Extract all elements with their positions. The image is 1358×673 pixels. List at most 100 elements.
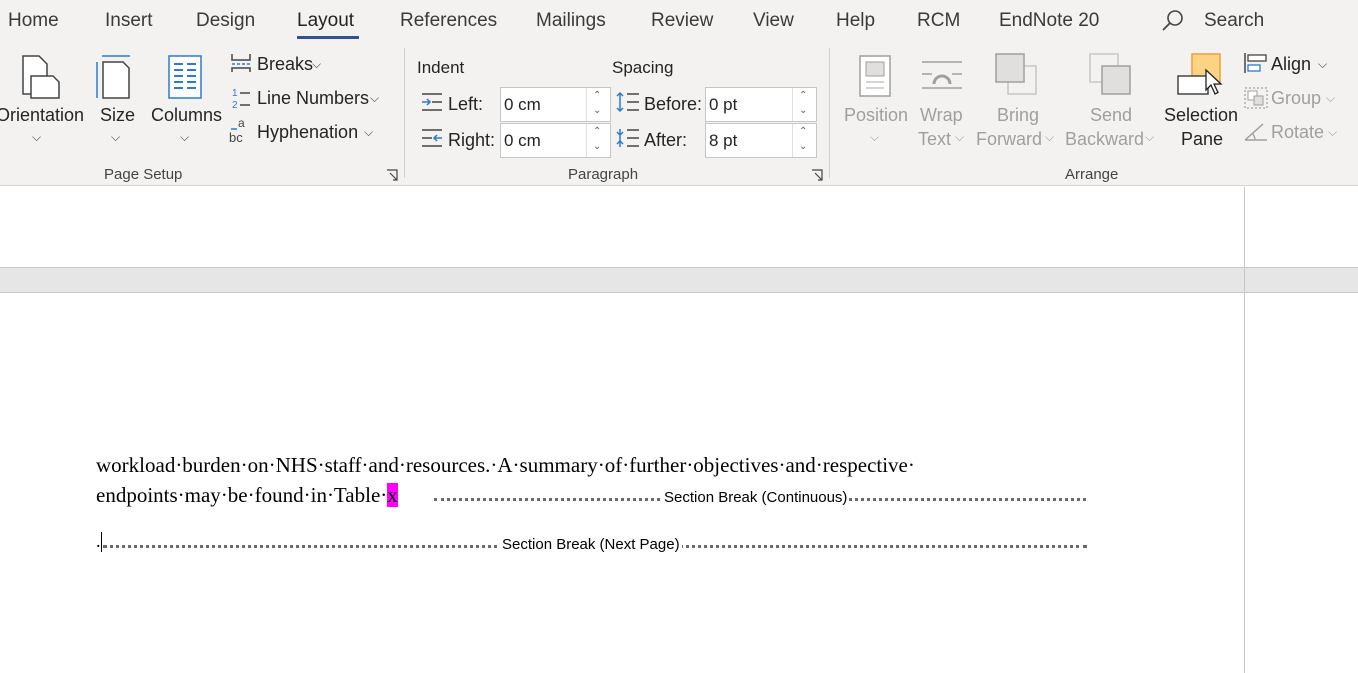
page-setup-launcher-icon[interactable] (386, 169, 398, 181)
spacing-after-value[interactable]: 8 pt (709, 131, 737, 151)
chevron-down-icon: ⌵ (1318, 57, 1328, 71)
chevron-down-icon: ⌵ (312, 57, 322, 71)
indent-left-icon (422, 93, 442, 111)
text-caret (101, 532, 102, 552)
chevron-down-icon: ⌵ (870, 130, 880, 144)
orientation-icon (22, 55, 60, 99)
spacing-before-value[interactable]: 0 pt (709, 95, 737, 115)
spacing-after-spinner[interactable]: ⌃ ⌄ (792, 124, 816, 157)
position-label: Position (844, 105, 909, 125)
chevron-down-icon: ⌵ (1145, 130, 1155, 144)
ribbon-tabs: Home Insert Design Layout References Mai… (0, 0, 1358, 44)
spacing-before-icon (616, 91, 639, 113)
spin-up-icon[interactable]: ⌃ (799, 90, 807, 101)
highlighted-text[interactable]: x (387, 483, 398, 507)
spin-down-icon[interactable]: ⌄ (593, 105, 601, 116)
section-break-next-page-label: Section Break (Next Page) (500, 536, 682, 553)
rotate-label: Rotate (1271, 122, 1325, 142)
tab-view[interactable]: View (753, 10, 794, 32)
bring-forward-label-1: Bring (997, 105, 1040, 125)
tab-layout[interactable]: Layout (297, 10, 354, 32)
wrap-text-label-2: Text (918, 129, 952, 149)
hyphenation-label: Hyphenation (257, 122, 359, 142)
line-numbers-label: Line Numbers (257, 88, 370, 108)
svg-text:a: a (238, 116, 245, 130)
indent-left-spinner[interactable]: ⌃ ⌄ (586, 88, 610, 121)
group-separator (404, 48, 405, 178)
size-icon (96, 55, 130, 99)
svg-text:1: 1 (232, 88, 238, 99)
tab-help[interactable]: Help (836, 10, 875, 32)
selection-pane-label-2: Pane (1181, 129, 1224, 149)
align-icon (1244, 53, 1267, 73)
spin-down-icon[interactable]: ⌄ (799, 141, 807, 152)
tab-design[interactable]: Design (196, 10, 255, 32)
tab-rcm[interactable]: RCM (917, 10, 960, 32)
paragraph-launcher-icon[interactable] (811, 169, 823, 181)
send-backward-icon (1089, 53, 1131, 95)
line-numbers-icon: 1 2 (232, 88, 250, 110)
align-label: Align (1271, 54, 1312, 74)
spacing-after-field[interactable]: 8 pt ⌃ ⌄ (705, 123, 817, 158)
wrap-text-icon (922, 61, 962, 89)
group-label-paragraph: Paragraph (568, 166, 639, 183)
indent-right-label: Right: (448, 130, 496, 150)
document-area[interactable]: workload·burden·on·NHS·staff·and·resourc… (0, 187, 1358, 673)
page-right-margin (1244, 187, 1245, 673)
chevron-down-icon: ⌵ (180, 130, 190, 144)
bring-forward-label-2: Forward (976, 129, 1043, 149)
spin-up-icon[interactable]: ⌃ (799, 126, 807, 137)
wrap-text-label-1: Wrap (920, 105, 963, 125)
chevron-down-icon: ⌵ (364, 125, 374, 139)
spacing-before-label: Before: (644, 94, 703, 114)
tab-endnote[interactable]: EndNote 20 (999, 10, 1099, 32)
spacing-after-label: After: (644, 130, 688, 150)
indent-right-spinner[interactable]: ⌃ ⌄ (586, 124, 610, 157)
spin-up-icon[interactable]: ⌃ (593, 90, 601, 101)
chevron-down-icon: ⌵ (1045, 130, 1055, 144)
spacing-before-spinner[interactable]: ⌃ ⌄ (792, 88, 816, 121)
selection-pane-label-1: Selection (1164, 105, 1239, 125)
chevron-down-icon: ⌵ (1326, 91, 1336, 105)
group-separator (829, 48, 830, 178)
position-icon (859, 55, 891, 97)
chevron-down-icon: ⌵ (32, 130, 42, 144)
tab-insert[interactable]: Insert (105, 10, 153, 32)
group-label: Group (1271, 88, 1322, 108)
orientation-label: Orientation (0, 105, 85, 125)
tab-review[interactable]: Review (651, 10, 713, 32)
tab-mailings[interactable]: Mailings (536, 10, 606, 32)
search-icon[interactable] (1161, 9, 1185, 33)
chevron-down-icon: ⌵ (370, 91, 380, 105)
size-label: Size (100, 105, 136, 125)
tab-home[interactable]: Home (8, 10, 59, 32)
paragraph-line-2[interactable]: endpoints·may·be·found·in·Table·x (96, 483, 398, 508)
rotate-icon (1244, 123, 1267, 141)
group-icon (1244, 87, 1268, 109)
chevron-down-icon: ⌵ (1328, 125, 1338, 139)
indent-right-field[interactable]: 0 cm ⌃ ⌄ (500, 123, 611, 158)
paragraph-line-2-text[interactable]: endpoints·may·be·found·in·Table· (96, 483, 387, 507)
indent-left-value[interactable]: 0 cm (504, 95, 541, 115)
indent-right-value[interactable]: 0 cm (504, 131, 541, 151)
ribbon: Orientation ⌵ Size ⌵ Columns ⌵ Breaks ⌵ … (0, 44, 1358, 186)
group-label-page-setup: Page Setup (104, 166, 183, 183)
spin-up-icon[interactable]: ⌃ (593, 126, 601, 137)
spin-down-icon[interactable]: ⌄ (593, 141, 601, 152)
group-label-arrange: Arrange (1065, 166, 1119, 183)
send-backward-label-1: Send (1090, 105, 1133, 125)
paragraph-mark[interactable]: . (96, 531, 101, 552)
chevron-down-icon: ⌵ (111, 130, 121, 144)
columns-label: Columns (151, 105, 223, 125)
spin-down-icon[interactable]: ⌄ (799, 105, 807, 116)
section-break-continuous-label: Section Break (Continuous) (662, 489, 850, 506)
spacing-title: Spacing (612, 58, 674, 77)
tab-references[interactable]: References (400, 10, 497, 32)
search-box[interactable]: Search (1204, 10, 1264, 32)
paragraph-line-1[interactable]: workload·burden·on·NHS·staff·and·resourc… (96, 453, 915, 478)
send-backward-label-2: Backward (1065, 129, 1145, 149)
spacing-before-field[interactable]: 0 pt ⌃ ⌄ (705, 87, 817, 122)
page-separator (0, 267, 1358, 293)
bring-forward-icon (995, 53, 1037, 95)
indent-left-field[interactable]: 0 cm ⌃ ⌄ (500, 87, 611, 122)
